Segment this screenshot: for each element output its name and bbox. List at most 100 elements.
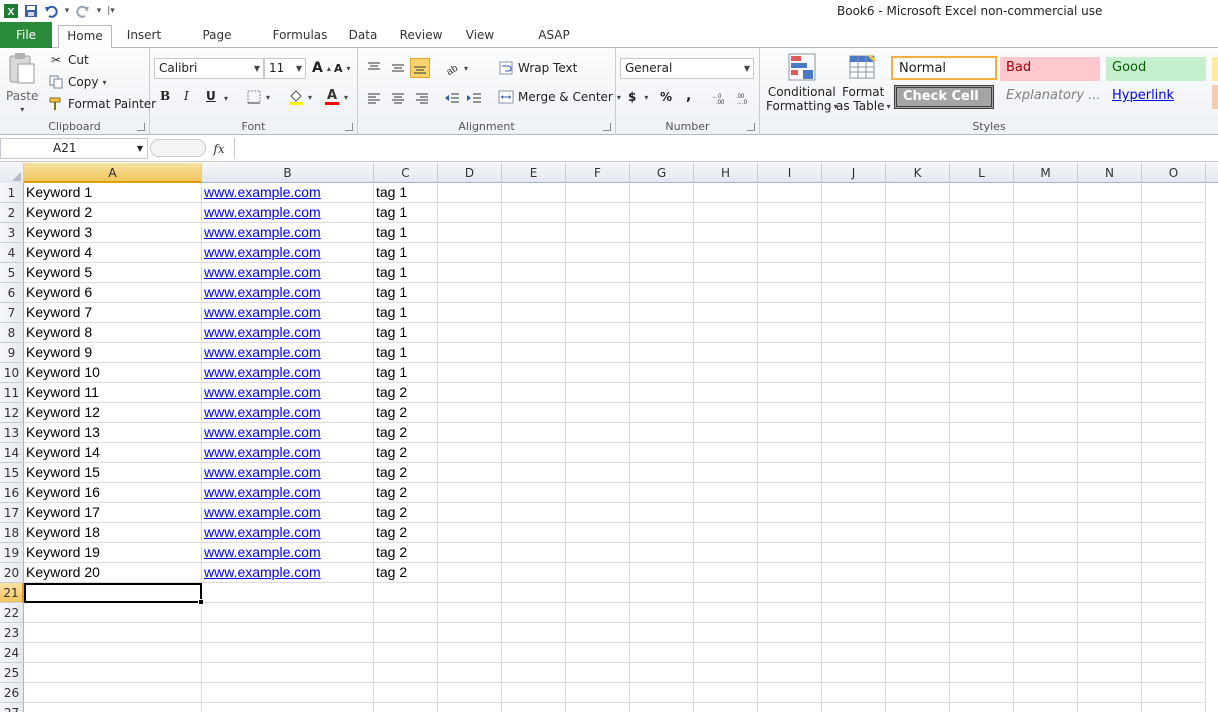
empty-cell[interactable] — [502, 543, 566, 563]
tag-cell[interactable]: tag 1 — [374, 323, 438, 343]
empty-cell[interactable] — [202, 643, 374, 663]
empty-cell[interactable] — [1014, 223, 1078, 243]
empty-cell[interactable] — [694, 483, 758, 503]
tab-file[interactable]: File — [0, 22, 52, 48]
tab-home[interactable]: Home — [58, 25, 112, 49]
empty-cell[interactable] — [630, 623, 694, 643]
empty-cell[interactable] — [1142, 203, 1206, 223]
empty-cell[interactable] — [502, 323, 566, 343]
empty-cell[interactable] — [1078, 203, 1142, 223]
empty-cell[interactable] — [886, 383, 950, 403]
empty-cell[interactable] — [1078, 483, 1142, 503]
tag-cell[interactable]: tag 1 — [374, 343, 438, 363]
empty-cell[interactable] — [758, 703, 822, 712]
empty-cell[interactable] — [822, 363, 886, 383]
empty-cell[interactable] — [822, 283, 886, 303]
empty-cell[interactable] — [438, 703, 502, 712]
empty-cell[interactable] — [502, 243, 566, 263]
align-bottom-icon[interactable] — [410, 58, 430, 78]
clipboard-launcher-icon[interactable] — [137, 123, 145, 131]
empty-cell[interactable] — [630, 403, 694, 423]
align-center-icon[interactable] — [390, 90, 406, 106]
empty-cell[interactable] — [1078, 263, 1142, 283]
empty-cell[interactable] — [566, 263, 630, 283]
row-header[interactable]: 24 — [0, 643, 24, 663]
column-header-b[interactable]: B — [202, 163, 374, 183]
empty-cell[interactable] — [694, 263, 758, 283]
empty-cell[interactable] — [438, 603, 502, 623]
keyword-cell[interactable]: Keyword 17 — [24, 503, 202, 523]
empty-cell[interactable] — [502, 483, 566, 503]
empty-cell[interactable] — [566, 523, 630, 543]
empty-cell[interactable] — [950, 643, 1014, 663]
empty-cell[interactable] — [886, 543, 950, 563]
empty-cell[interactable] — [950, 183, 1014, 203]
empty-cell[interactable] — [886, 643, 950, 663]
row-header[interactable]: 10 — [0, 363, 24, 383]
empty-cell[interactable] — [886, 523, 950, 543]
empty-cell[interactable] — [886, 223, 950, 243]
undo-dropdown-icon[interactable]: ▾ — [62, 2, 72, 20]
empty-cell[interactable] — [438, 443, 502, 463]
empty-cell[interactable] — [502, 523, 566, 543]
empty-cell[interactable] — [758, 483, 822, 503]
empty-cell[interactable] — [1014, 383, 1078, 403]
empty-cell[interactable] — [502, 703, 566, 712]
empty-cell[interactable] — [822, 183, 886, 203]
empty-cell[interactable] — [438, 523, 502, 543]
empty-cell[interactable] — [822, 203, 886, 223]
empty-cell[interactable] — [438, 303, 502, 323]
empty-cell[interactable] — [1014, 243, 1078, 263]
empty-cell[interactable] — [886, 603, 950, 623]
row-header[interactable]: 27 — [0, 703, 24, 712]
empty-cell[interactable] — [24, 643, 202, 663]
tag-cell[interactable]: tag 2 — [374, 423, 438, 443]
empty-cell[interactable] — [630, 243, 694, 263]
copy-dropdown-icon[interactable]: ▾ — [102, 78, 106, 87]
empty-cell[interactable] — [886, 423, 950, 443]
name-box-dropdown-icon[interactable]: ▼ — [137, 139, 143, 158]
empty-cell[interactable] — [566, 223, 630, 243]
empty-cell[interactable] — [630, 663, 694, 683]
column-header-f[interactable]: F — [566, 163, 630, 183]
empty-cell[interactable] — [950, 343, 1014, 363]
keyword-cell[interactable]: Keyword 11 — [24, 383, 202, 403]
keyword-cell[interactable]: Keyword 5 — [24, 263, 202, 283]
orientation-icon[interactable]: ab — [446, 60, 462, 76]
empty-cell[interactable] — [566, 383, 630, 403]
tab-insert[interactable]: Insert — [124, 25, 164, 48]
empty-cell[interactable] — [886, 623, 950, 643]
paste-dropdown-icon[interactable]: ▾ — [20, 105, 24, 114]
empty-cell[interactable] — [202, 663, 374, 683]
empty-cell[interactable] — [502, 423, 566, 443]
empty-cell[interactable] — [886, 323, 950, 343]
empty-cell[interactable] — [694, 403, 758, 423]
empty-cell[interactable] — [374, 683, 438, 703]
style-hyperlink[interactable]: Hyperlink — [1106, 85, 1206, 109]
keyword-cell[interactable]: Keyword 18 — [24, 523, 202, 543]
empty-cell[interactable] — [630, 383, 694, 403]
empty-cell[interactable] — [1078, 423, 1142, 443]
empty-cell[interactable] — [950, 523, 1014, 543]
empty-cell[interactable] — [758, 683, 822, 703]
empty-cell[interactable] — [1078, 563, 1142, 583]
font-name-dropdown-icon[interactable]: ▼ — [254, 59, 260, 78]
font-size-combo[interactable]: 11 ▼ — [264, 58, 306, 79]
tag-cell[interactable]: tag 1 — [374, 243, 438, 263]
number-format-dropdown-icon[interactable]: ▼ — [744, 59, 750, 78]
row-header[interactable]: 20 — [0, 563, 24, 583]
empty-cell[interactable] — [502, 503, 566, 523]
empty-cell[interactable] — [950, 383, 1014, 403]
empty-cell[interactable] — [502, 683, 566, 703]
empty-cell[interactable] — [630, 463, 694, 483]
redo-icon[interactable] — [74, 2, 92, 20]
empty-cell[interactable] — [566, 503, 630, 523]
row-header[interactable]: 6 — [0, 283, 24, 303]
comma-button[interactable]: , — [686, 88, 691, 104]
empty-cell[interactable] — [886, 503, 950, 523]
empty-cell[interactable] — [630, 203, 694, 223]
undo-icon[interactable] — [42, 2, 60, 20]
empty-cell[interactable] — [1078, 403, 1142, 423]
conditional-formatting-button[interactable]: Conditional Formatting ▾ — [766, 52, 838, 113]
empty-cell[interactable] — [758, 523, 822, 543]
